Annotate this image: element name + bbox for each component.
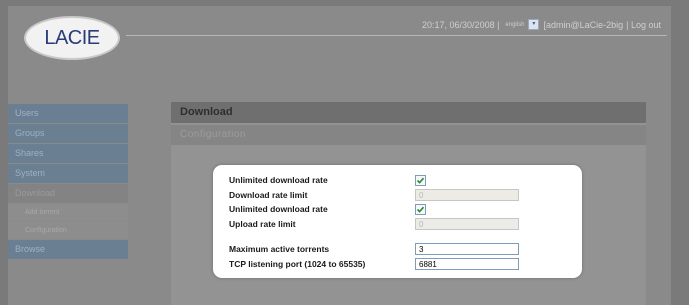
sidebar-item-system[interactable]: System xyxy=(8,164,128,183)
header-divider xyxy=(126,35,667,36)
checkmark-icon xyxy=(416,206,425,213)
user-info: [admin@LaCie-2big xyxy=(543,19,624,30)
section-title: Download xyxy=(171,102,646,123)
max-torrents-input[interactable] xyxy=(415,243,519,255)
top-bar: 20:17, 06/30/2008 | english ▾ [admin@LaC… xyxy=(422,19,661,30)
checkmark-icon xyxy=(416,177,425,184)
upload-limit-label: Upload rate limit xyxy=(229,219,296,229)
sidebar-subitem-configuration[interactable]: Configuration xyxy=(8,222,128,239)
unlimited-upload-checkbox[interactable] xyxy=(415,204,426,215)
sidebar-item-browse[interactable]: Browse xyxy=(8,240,128,259)
unlimited-upload-label: Unlimited download rate xyxy=(229,204,328,214)
download-limit-label: Download rate limit xyxy=(229,190,308,200)
download-settings-panel: Unlimited download rate Download rate li… xyxy=(213,165,582,278)
tcp-port-input[interactable] xyxy=(415,258,519,270)
section-subtitle: Configuration xyxy=(171,125,646,145)
max-torrents-label: Maximum active torrents xyxy=(229,244,330,254)
language-label: english xyxy=(505,21,525,28)
tcp-port-label: TCP listening port (1024 to 65535) xyxy=(229,259,366,269)
language-select-icon[interactable]: ▾ xyxy=(528,19,540,30)
logout-link[interactable]: | Log out xyxy=(626,20,661,30)
sidebar-nav: Users Groups Shares System Download Add … xyxy=(8,104,128,260)
upload-limit-input[interactable] xyxy=(415,218,519,230)
lacie-logo[interactable]: LACIE xyxy=(24,16,120,60)
sidebar-item-download[interactable]: Download xyxy=(8,184,128,203)
logo-text: LACIE xyxy=(44,26,100,49)
sidebar-subitem-add-torrent[interactable]: Add torrent xyxy=(8,204,128,221)
sidebar-item-users[interactable]: Users xyxy=(8,104,128,123)
unlimited-download-checkbox[interactable] xyxy=(415,175,426,186)
datetime-text: 20:17, 06/30/2008 | xyxy=(422,19,500,30)
sidebar-item-groups[interactable]: Groups xyxy=(8,124,128,143)
unlimited-download-label: Unlimited download rate xyxy=(229,175,328,185)
sidebar-item-shares[interactable]: Shares xyxy=(8,144,128,163)
header: LACIE 20:17, 06/30/2008 | english ▾ [adm… xyxy=(8,6,671,66)
download-limit-input[interactable] xyxy=(415,189,519,201)
